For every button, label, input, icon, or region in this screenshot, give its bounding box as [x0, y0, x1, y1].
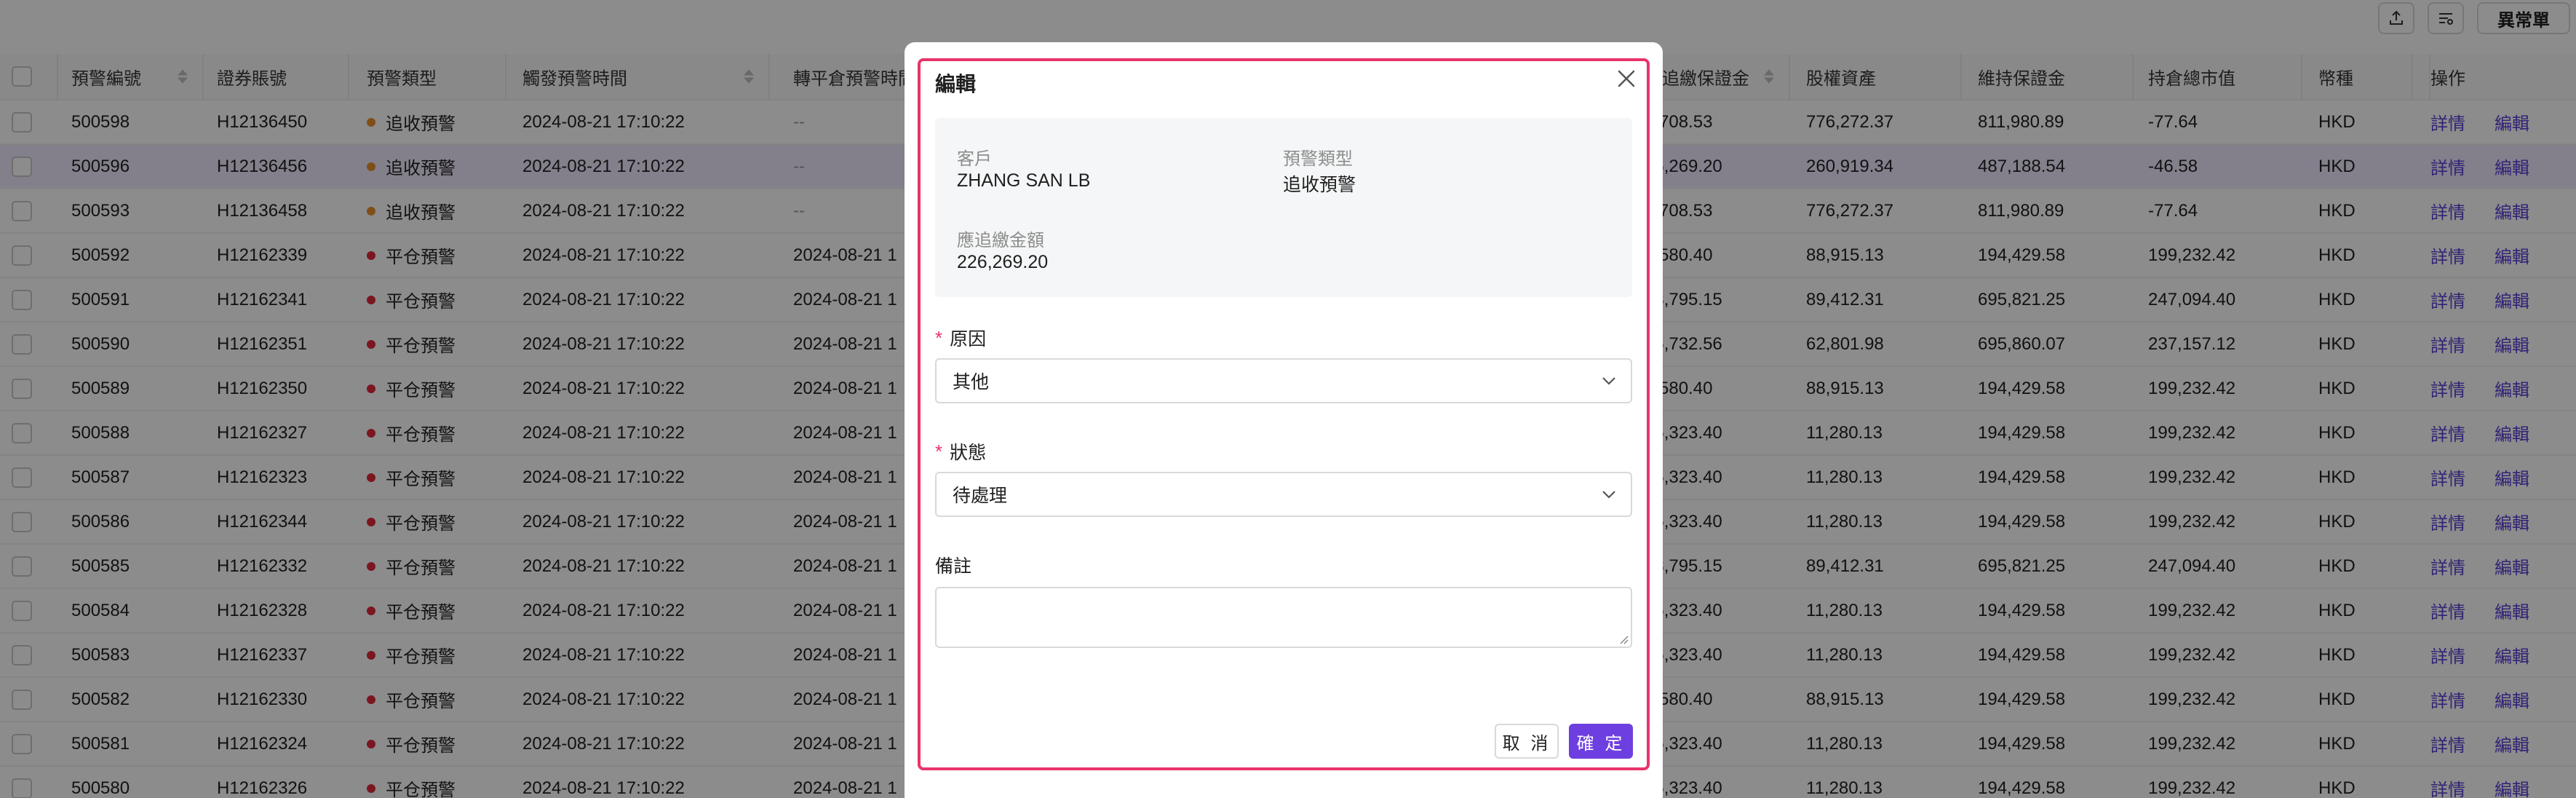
- customer-value: ZHANG SAN LB: [957, 170, 1091, 191]
- reason-label-text: 原因: [950, 329, 987, 349]
- resize-handle-icon[interactable]: [1618, 634, 1629, 644]
- reason-select-value: 其他: [953, 372, 990, 392]
- required-mark: *: [935, 326, 943, 349]
- remark-label: 備註: [935, 556, 972, 577]
- status-label-text: 狀態: [950, 443, 987, 463]
- chevron-down-icon: [1600, 372, 1618, 390]
- alert-type-label: 預警類型: [1283, 149, 1353, 169]
- chevron-down-icon: [1600, 486, 1618, 503]
- customer-label: 客戶: [957, 149, 992, 169]
- close-icon: [1618, 70, 1635, 87]
- alert-type-value: 追收預警: [1283, 175, 1356, 195]
- cancel-button[interactable]: 取 消: [1495, 724, 1559, 759]
- reason-select[interactable]: 其他: [935, 358, 1632, 403]
- amount-value: 226,269.20: [957, 252, 1049, 272]
- reason-label: * 原因: [935, 325, 986, 351]
- status-select[interactable]: 待處理: [935, 472, 1632, 517]
- close-button[interactable]: [1612, 64, 1641, 93]
- amount-label: 應追繳金額: [957, 231, 1044, 250]
- edit-modal: 編輯 客戶 ZHANG SAN LB 預警類型 追收預警 應追繳金額 226,2…: [905, 42, 1663, 798]
- modal-title: 編輯: [935, 73, 977, 95]
- alert-info-panel: 客戶 ZHANG SAN LB 預警類型 追收預警 應追繳金額 226,269.…: [935, 118, 1632, 297]
- required-mark: *: [935, 440, 943, 462]
- remark-textarea[interactable]: [935, 587, 1632, 648]
- status-label: * 狀態: [935, 438, 986, 465]
- confirm-button[interactable]: 確 定: [1569, 724, 1633, 759]
- status-select-value: 待處理: [953, 486, 1008, 506]
